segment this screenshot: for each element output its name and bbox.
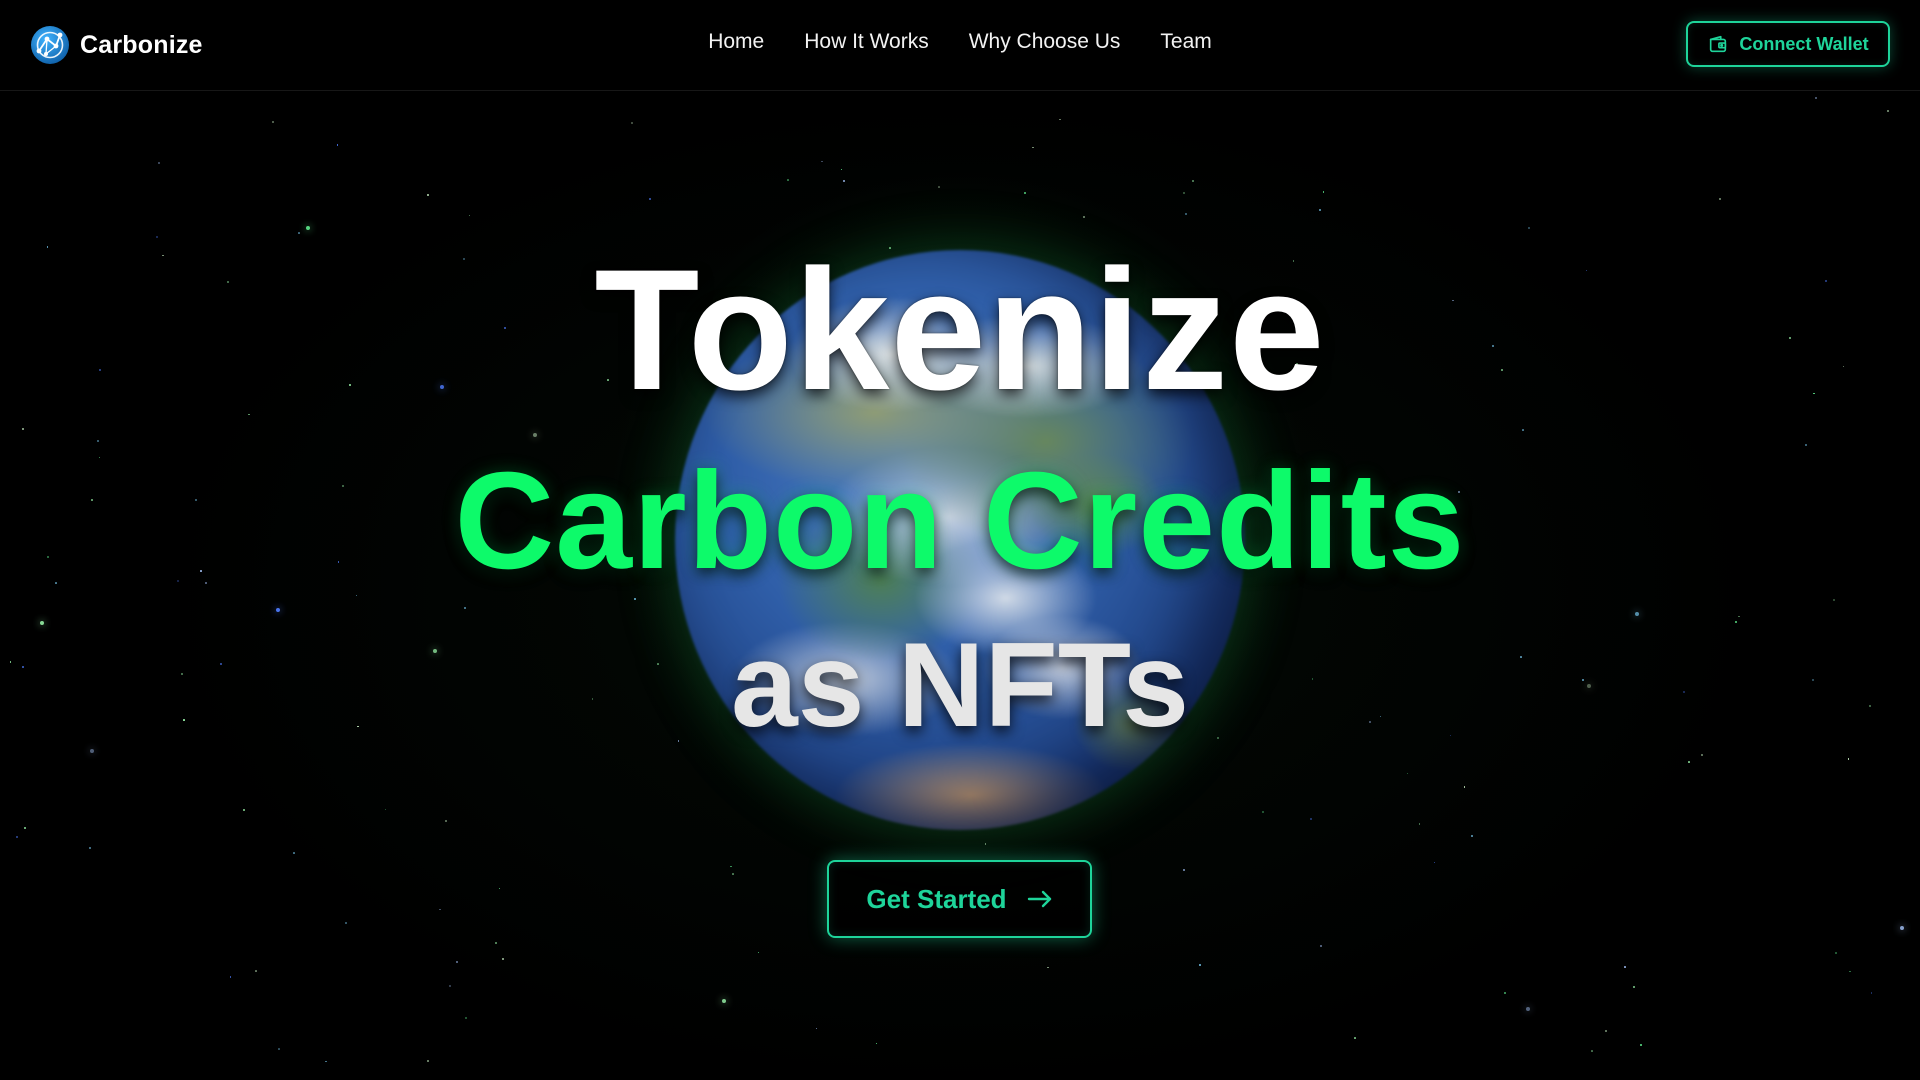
- hero-section: Tokenize Carbon Credits as NFTs Get Star…: [0, 0, 1920, 1080]
- hero-title-line-2: Carbon Credits: [454, 444, 1466, 598]
- hero-title-line-1: Tokenize: [594, 234, 1326, 426]
- hero-title-line-3: as NFTs: [731, 618, 1189, 752]
- top-navbar: Carbonize Home How It Works Why Choose U…: [0, 0, 1920, 91]
- connect-wallet-button[interactable]: Connect Wallet: [1686, 21, 1890, 67]
- arrow-right-icon: [1027, 890, 1051, 908]
- nav-link-why-choose-us[interactable]: Why Choose Us: [969, 30, 1121, 54]
- get-started-label: Get Started: [866, 883, 1007, 914]
- wallet-icon: [1710, 35, 1727, 53]
- nav-link-how-it-works[interactable]: How It Works: [804, 30, 928, 54]
- nav-link-team[interactable]: Team: [1160, 30, 1211, 54]
- connect-wallet-label: Connect Wallet: [1739, 33, 1869, 54]
- get-started-button[interactable]: Get Started: [827, 860, 1092, 938]
- nav-link-home[interactable]: Home: [708, 30, 764, 54]
- main-nav: Home How It Works Why Choose Us Team: [0, 30, 1920, 54]
- landing-page: Carbonize Home How It Works Why Choose U…: [0, 0, 1920, 1080]
